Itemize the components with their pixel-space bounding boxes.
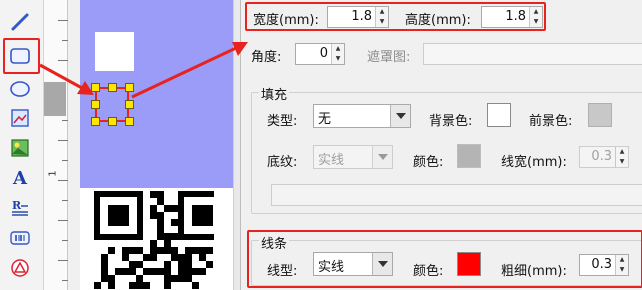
- svg-text:R: R: [12, 199, 22, 212]
- bg-color-swatch[interactable]: [487, 103, 511, 127]
- vertical-ruler: 1: [44, 0, 68, 290]
- fill-group-title: 填充: [259, 84, 290, 103]
- pattern-value: 实线: [318, 153, 345, 168]
- resize-handle[interactable]: [91, 117, 100, 126]
- rich-text-tool-icon[interactable]: R: [8, 196, 32, 220]
- image-tool-icon[interactable]: [8, 106, 32, 130]
- size-highlight: [245, 2, 546, 31]
- resize-handle[interactable]: [108, 83, 117, 92]
- pattern-color-swatch[interactable]: [457, 144, 481, 168]
- drawing-toolbar: A R: [0, 0, 44, 290]
- ellipse-tool-icon[interactable]: [8, 77, 32, 101]
- picture-tool-icon[interactable]: [8, 136, 32, 160]
- fill-type-value: 无: [318, 112, 332, 127]
- angle-spin-arrows[interactable]: ▲ ▼: [331, 44, 344, 64]
- line-width-spinbox[interactable]: 0.3 ▲ ▼: [579, 146, 629, 168]
- mask-label: 遮罩图:: [367, 50, 411, 65]
- text-tool-glyph: A: [13, 167, 27, 189]
- pattern-label: 底纹:: [267, 155, 298, 170]
- mask-image-field[interactable]: [423, 43, 642, 65]
- chevron-down-icon[interactable]: [390, 105, 410, 127]
- line-highlight: [247, 230, 642, 288]
- bg-color-label: 背景色:: [429, 114, 473, 129]
- angle-label: 角度:: [251, 50, 282, 65]
- ruler-selection-marker: [44, 82, 66, 116]
- chevron-down-icon[interactable]: [372, 146, 392, 168]
- qr-code[interactable]: [94, 191, 214, 290]
- resize-handle[interactable]: [125, 100, 134, 109]
- line-width-spin-arrows[interactable]: ▲ ▼: [615, 147, 628, 167]
- pattern-select[interactable]: 实线: [313, 145, 393, 169]
- triangle-tool-icon[interactable]: [8, 256, 32, 280]
- line-width-label: 线宽(mm):: [501, 155, 567, 170]
- canvas-right-margin: [233, 0, 240, 290]
- resize-handle[interactable]: [108, 117, 117, 126]
- resize-handle[interactable]: [91, 83, 100, 92]
- white-square-object[interactable]: [95, 32, 134, 71]
- line-width-value: 0.3: [591, 149, 612, 164]
- angle-value: 0: [319, 46, 328, 61]
- barcode-tool-icon[interactable]: [8, 226, 32, 250]
- line-tool-icon[interactable]: [8, 10, 32, 34]
- pattern-color-label: 颜色:: [413, 155, 444, 170]
- fg-color-swatch[interactable]: [588, 103, 612, 127]
- fill-preview-field: [271, 184, 642, 206]
- fg-color-label: 前景色:: [529, 114, 573, 129]
- property-panel: 宽度(mm): 1.8 ▲ ▼ 高度(mm): 1.8 ▲ ▼ 角度: 0 ▲ ▼ 遮…: [240, 0, 642, 290]
- fill-type-label: 类型:: [267, 114, 298, 129]
- resize-handle[interactable]: [125, 117, 134, 126]
- ruler-number: 1: [47, 170, 59, 177]
- resize-handle[interactable]: [91, 100, 100, 109]
- resize-handle[interactable]: [125, 83, 134, 92]
- text-tool-icon[interactable]: A: [8, 166, 32, 190]
- angle-spinbox[interactable]: 0 ▲ ▼: [295, 43, 345, 65]
- rectangle-tool-highlight: [3, 38, 40, 74]
- fill-type-select[interactable]: 无: [313, 104, 411, 128]
